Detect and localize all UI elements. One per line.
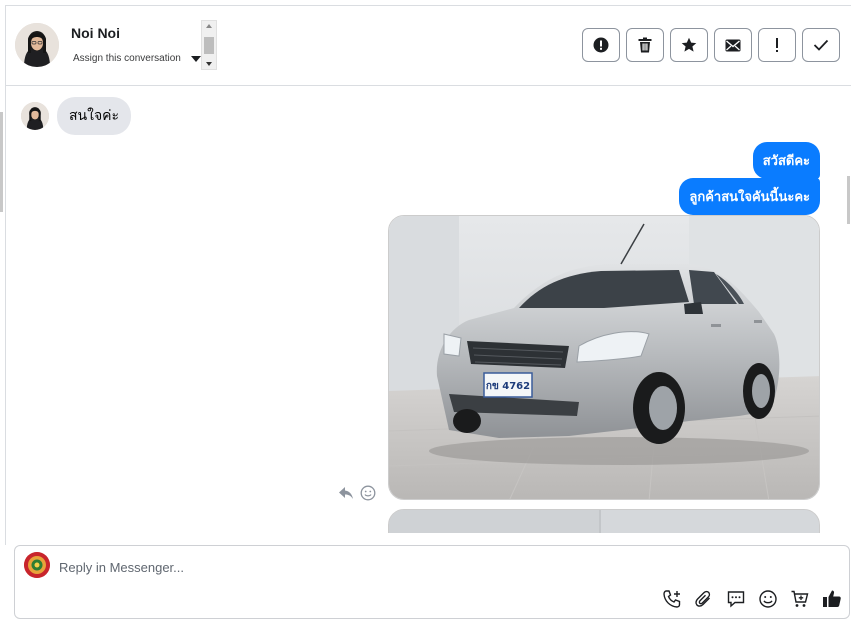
exclamation-icon [776,38,778,52]
follow-up-button[interactable] [758,28,796,62]
contact-name[interactable]: Noi Noi [71,25,120,41]
mark-spam-button[interactable] [582,28,620,62]
reply-composer [14,545,850,619]
delete-button[interactable] [626,28,664,62]
conversation-toolbar [582,28,840,62]
assign-label: Assign this conversation [73,53,181,64]
saved-reply-icon[interactable] [725,588,747,610]
composer-toolbar [661,588,843,610]
conversation-header: Noi Noi Assign this conversation [6,6,851,86]
trash-icon [638,37,652,53]
message-thread[interactable]: สนใจค่ะ สวัสดีคะ ลูกค้าสนใจคันนี้นะคะ กข… [6,87,846,533]
phone-plus-icon[interactable] [661,588,683,610]
envelope-icon [725,39,741,51]
star-icon [681,37,697,52]
react-emoji-icon[interactable] [360,485,376,501]
incoming-message-row: สนใจค่ะ [21,97,132,135]
header-scrollbar[interactable] [201,20,217,70]
contact-avatar-small[interactable] [21,102,49,130]
caret-down-icon [190,55,201,62]
star-button[interactable] [670,28,708,62]
messenger-inbox: Noi Noi Assign this conversation สนใจค่ะ… [0,0,851,628]
scroll-up-icon[interactable] [206,24,212,28]
cart-plus-icon[interactable] [789,588,811,610]
page-avatar[interactable] [24,552,50,578]
scroll-thumb[interactable] [204,37,214,54]
mark-unread-button[interactable] [714,28,752,62]
reply-input[interactable] [59,558,619,576]
scroll-down-icon[interactable] [206,62,212,66]
emoji-icon[interactable] [757,588,779,610]
mark-done-button[interactable] [802,28,840,62]
paperclip-icon[interactable] [693,588,715,610]
thumbs-up-icon[interactable] [821,588,843,610]
check-icon [813,39,829,51]
assign-conversation-dropdown[interactable]: Assign this conversation [73,53,201,64]
incoming-message-bubble[interactable]: สนใจค่ะ [57,97,132,135]
reply-icon[interactable] [338,486,354,500]
right-scrollbar[interactable] [847,176,850,224]
car-photo-second[interactable] [388,509,820,533]
contact-avatar[interactable] [15,23,59,67]
message-actions [338,485,376,501]
license-plate: กข 4762 [486,381,530,392]
outgoing-message-bubble[interactable]: สวัสดีคะ [752,142,820,179]
car-photo[interactable]: กข 4762 [388,215,820,500]
outgoing-message-bubble[interactable]: ลูกค้าสนใจคันนี้นะคะ [679,178,820,215]
alert-circle-icon [593,37,609,53]
left-scrollbar[interactable] [0,112,3,212]
